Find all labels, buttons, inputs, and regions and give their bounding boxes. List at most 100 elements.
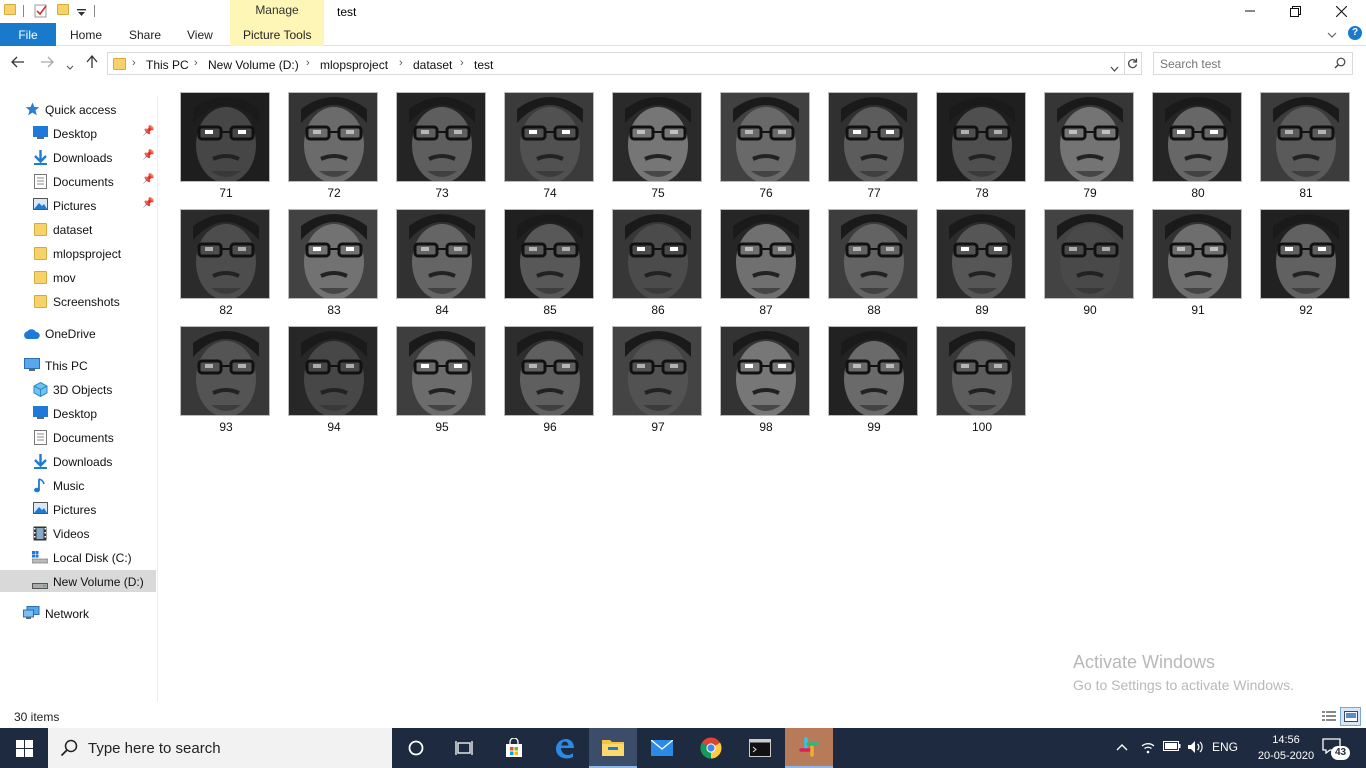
file-tile[interactable]: 80: [1144, 88, 1252, 203]
breadcrumb-test[interactable]: test: [474, 58, 493, 72]
file-tile[interactable]: 95: [388, 322, 496, 437]
file-tile[interactable]: 90: [1036, 205, 1144, 320]
store-button[interactable]: [490, 728, 538, 768]
file-tile[interactable]: 72: [280, 88, 388, 203]
clock[interactable]: 14:56 20-05-2020: [1256, 732, 1316, 764]
address-dropdown-icon[interactable]: [1110, 61, 1119, 75]
restore-button[interactable]: [1272, 0, 1318, 22]
file-tile[interactable]: 83: [280, 205, 388, 320]
address-bar[interactable]: › This PC › New Volume (D:) › mlopsproje…: [107, 52, 1125, 75]
tab-share[interactable]: Share: [129, 28, 161, 42]
battery-icon[interactable]: [1163, 740, 1181, 755]
file-tile[interactable]: 92: [1252, 205, 1360, 320]
breadcrumb-separator[interactable]: ›: [306, 57, 310, 69]
nav-item-music[interactable]: Music: [0, 474, 156, 496]
input-language[interactable]: ENG: [1212, 740, 1238, 754]
breadcrumb-separator[interactable]: ›: [194, 57, 198, 69]
recent-locations-chevron-icon[interactable]: [66, 58, 74, 74]
nav-this-pc[interactable]: This PC: [0, 354, 156, 376]
file-tile[interactable]: 91: [1144, 205, 1252, 320]
tab-home[interactable]: Home: [70, 28, 102, 42]
nav-item-downloads[interactable]: Downloads 📌: [0, 146, 156, 168]
nav-onedrive[interactable]: OneDrive: [0, 322, 156, 344]
volume-icon[interactable]: [1187, 740, 1204, 757]
file-tile[interactable]: 74: [496, 88, 604, 203]
nav-item-downloads[interactable]: Downloads: [0, 450, 156, 472]
file-tile[interactable]: 81: [1252, 88, 1360, 203]
file-tab[interactable]: File: [0, 23, 56, 46]
nav-quick-access[interactable]: Quick access: [0, 98, 156, 120]
breadcrumb-separator[interactable]: ›: [399, 57, 403, 69]
picture-tools-tab[interactable]: Picture Tools: [230, 22, 324, 46]
nav-item-new-volume-d[interactable]: New Volume (D:): [0, 570, 156, 592]
customize-toolbar-icon[interactable]: [77, 6, 86, 20]
nav-item-videos[interactable]: Videos: [0, 522, 156, 544]
file-tile[interactable]: 86: [604, 205, 712, 320]
taskbar-search-box[interactable]: Type here to search: [48, 728, 392, 768]
nav-item-desktop[interactable]: Desktop: [0, 402, 156, 424]
tab-view[interactable]: View: [187, 28, 213, 42]
nav-item-desktop[interactable]: Desktop 📌: [0, 122, 156, 144]
file-tile[interactable]: 89: [928, 205, 1036, 320]
file-tile[interactable]: 85: [496, 205, 604, 320]
file-tile[interactable]: 97: [604, 322, 712, 437]
nav-network[interactable]: Network: [0, 602, 156, 624]
close-button[interactable]: [1318, 0, 1364, 22]
file-tile[interactable]: 73: [388, 88, 496, 203]
start-button[interactable]: [0, 728, 48, 768]
breadcrumb-separator[interactable]: ›: [460, 57, 464, 69]
breadcrumb-separator[interactable]: ›: [132, 57, 136, 69]
cortana-button[interactable]: [392, 728, 440, 768]
mail-button[interactable]: [638, 728, 686, 768]
nav-item-3d-objects[interactable]: 3D Objects: [0, 378, 156, 400]
nav-item-documents[interactable]: Documents: [0, 426, 156, 448]
file-tile[interactable]: 96: [496, 322, 604, 437]
file-tile[interactable]: 71: [172, 88, 280, 203]
file-tile[interactable]: 93: [172, 322, 280, 437]
file-tile[interactable]: 99: [820, 322, 928, 437]
breadcrumb-this-pc[interactable]: This PC: [146, 58, 189, 72]
chrome-button[interactable]: [687, 728, 735, 768]
task-view-button[interactable]: [440, 728, 488, 768]
details-view-icon[interactable]: [1321, 709, 1337, 726]
properties-icon[interactable]: [34, 3, 48, 21]
pin-icon[interactable]: 📌: [142, 174, 154, 185]
terminal-button[interactable]: [736, 728, 784, 768]
file-tile[interactable]: 87: [712, 205, 820, 320]
minimize-button[interactable]: [1227, 0, 1273, 22]
breadcrumb-dataset[interactable]: dataset: [413, 58, 452, 72]
pin-icon[interactable]: 📌: [142, 126, 154, 137]
forward-arrow-icon[interactable]: [40, 55, 54, 71]
nav-item-pictures[interactable]: Pictures: [0, 498, 156, 520]
nav-item-documents[interactable]: Documents 📌: [0, 170, 156, 192]
show-hidden-icons-chevron-icon[interactable]: [1116, 740, 1128, 754]
nav-item-pictures[interactable]: Pictures 📌: [0, 194, 156, 216]
search-input[interactable]: [1160, 56, 1330, 72]
edge-button[interactable]: [540, 728, 588, 768]
nav-item-mov[interactable]: mov: [0, 266, 156, 288]
file-tile[interactable]: 78: [928, 88, 1036, 203]
file-tile[interactable]: 94: [280, 322, 388, 437]
file-tile[interactable]: 79: [1036, 88, 1144, 203]
file-tile[interactable]: 75: [604, 88, 712, 203]
pin-icon[interactable]: 📌: [142, 150, 154, 161]
up-arrow-icon[interactable]: [86, 54, 98, 72]
file-tile[interactable]: 100: [928, 322, 1036, 437]
breadcrumb-mlopsproject[interactable]: mlopsproject: [320, 58, 388, 72]
search-box[interactable]: [1153, 52, 1353, 75]
file-explorer-button[interactable]: [589, 728, 637, 768]
file-tile[interactable]: 98: [712, 322, 820, 437]
pin-icon[interactable]: 📌: [142, 198, 154, 209]
nav-item-mlopsproject[interactable]: mlopsproject: [0, 242, 156, 264]
breadcrumb-new-volume[interactable]: New Volume (D:): [208, 58, 299, 72]
slack-button[interactable]: [785, 728, 833, 768]
nav-item-screenshots[interactable]: Screenshots: [0, 290, 156, 312]
search-icon[interactable]: [1334, 57, 1346, 72]
wifi-icon[interactable]: [1140, 740, 1156, 757]
file-tile[interactable]: 76: [712, 88, 820, 203]
nav-item-local-disk-c[interactable]: Local Disk (C:): [0, 546, 156, 568]
file-tile[interactable]: 84: [388, 205, 496, 320]
large-icons-view-button[interactable]: [1340, 707, 1361, 726]
back-arrow-icon[interactable]: [11, 55, 25, 71]
help-icon[interactable]: ?: [1348, 26, 1362, 40]
